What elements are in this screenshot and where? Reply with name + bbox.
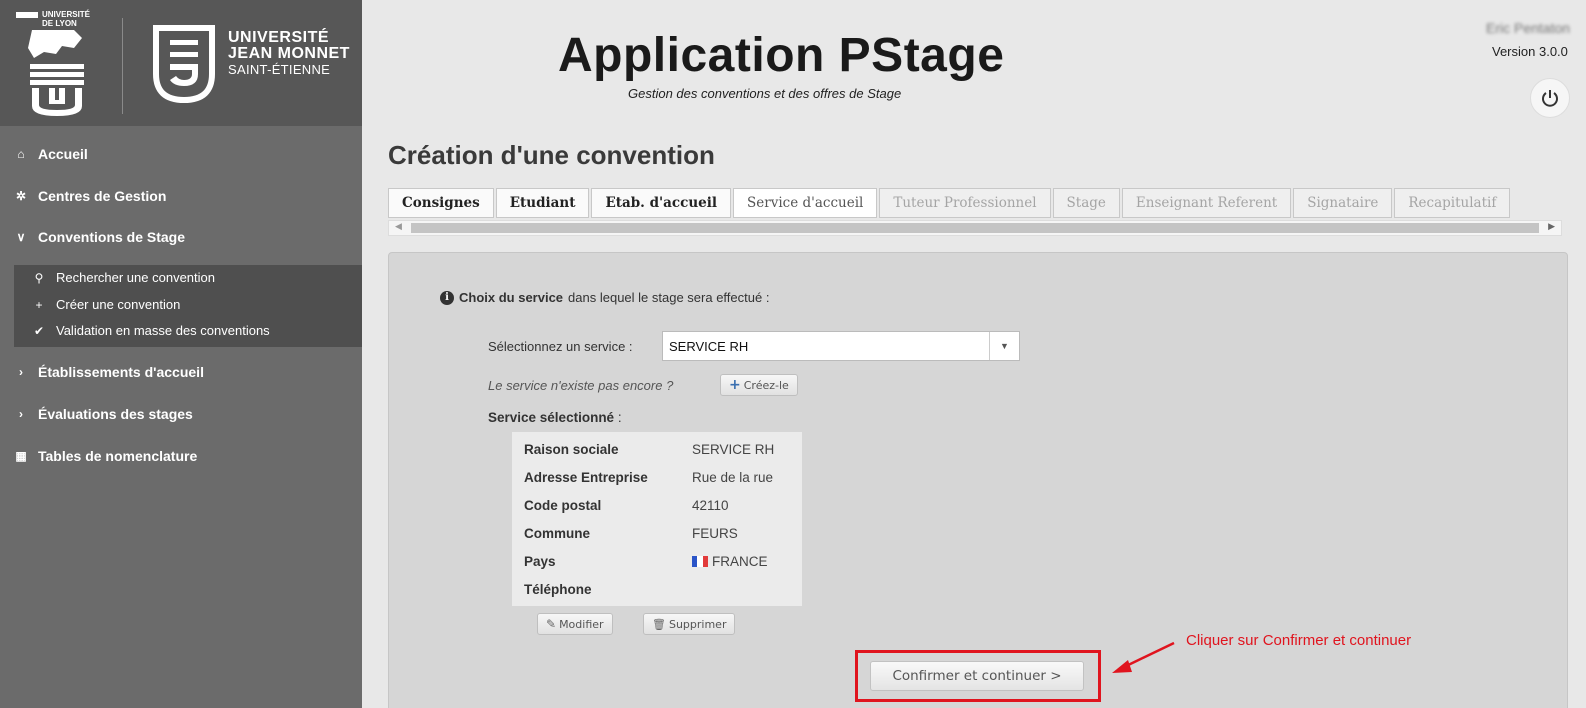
tab-etudiant[interactable]: Etudiant <box>495 188 590 218</box>
app-subtitle: Gestion des conventions et des offres de… <box>628 86 902 101</box>
sidebar-item-tables-nomenclature[interactable]: ▦ Tables de nomenclature <box>14 448 197 464</box>
tab-recapitulatif: Recapitulatif <box>1394 188 1511 218</box>
submenu-item-rechercher[interactable]: ⚲ Rechercher une convention <box>32 270 215 285</box>
home-icon: ⌂ <box>17 147 25 161</box>
ujm-logo-text: UNIVERSITÉ JEAN MONNET SAINT-ÉTIENNE <box>228 29 350 78</box>
tabs-scrollbar[interactable]: ◀ ▶ <box>388 220 1562 236</box>
plus-icon: + <box>35 297 43 312</box>
service-select[interactable]: SERVICE RH ▼ <box>662 331 1020 361</box>
sidebar-item-conventions-de-stage[interactable]: ∨ Conventions de Stage <box>14 229 185 245</box>
info-icon: i <box>440 290 454 305</box>
submenu-item-validation-masse[interactable]: ✔ Validation en masse des conventions <box>32 323 270 338</box>
sidebar-item-centres-de-gestion[interactable]: ✲ Centres de Gestion <box>14 188 166 204</box>
chevron-right-icon: › <box>19 407 23 421</box>
annotation-arrow-icon <box>1112 641 1175 673</box>
choix-service-heading: i Choix du service dans lequel le stage … <box>440 290 769 305</box>
service-not-exist-text: Le service n'existe pas encore ? <box>488 378 674 393</box>
tab-service-accueil[interactable]: Service d'accueil <box>733 188 878 218</box>
tab-stage: Stage <box>1052 188 1120 218</box>
detail-row: Téléphone <box>524 582 592 597</box>
detail-row: Pays FRANCE <box>524 554 768 569</box>
modify-service-button[interactable]: ✎ Modifier <box>537 613 613 635</box>
selected-service-details: Raison sociale SERVICE RH Adresse Entrepr… <box>512 432 802 606</box>
ujm-logo-mark <box>152 24 216 104</box>
annotation-text: Cliquer sur Confirmer et continuer <box>1186 632 1412 649</box>
caret-down-icon[interactable]: ▼ <box>989 332 1019 360</box>
plus-icon: + <box>729 377 741 393</box>
logo-area: UNIVERSITÉ DE LYON UNIVERSITÉ JEAN MONNET… <box>0 0 362 126</box>
service-select-value: SERVICE RH <box>669 338 749 354</box>
search-icon: ⚲ <box>34 270 44 285</box>
ul-logo-text: UNIVERSITÉ DE LYON <box>42 10 91 28</box>
tab-etab-accueil[interactable]: Etab. d'accueil <box>591 188 732 218</box>
user-name: Eric Pentaton <box>1486 20 1571 36</box>
sidebar-item-evaluations[interactable]: › Évaluations des stages <box>14 406 193 422</box>
sidebar-item-etablissements[interactable]: › Établissements d'accueil <box>14 364 204 380</box>
edit-icon: ✎ <box>546 617 557 631</box>
tab-tuteur-professionnel: Tuteur Professionnel <box>879 188 1051 218</box>
scroll-right-icon[interactable]: ▶ <box>1548 221 1555 232</box>
sidebar: UNIVERSITÉ DE LYON UNIVERSITÉ JEAN MONNET… <box>0 0 362 708</box>
power-icon <box>1542 90 1558 107</box>
page-title: Création d'une convention <box>388 140 715 170</box>
scroll-left-icon[interactable]: ◀ <box>395 221 402 232</box>
tab-consignes[interactable]: Consignes <box>388 188 494 218</box>
chevron-right-icon: › <box>19 365 23 379</box>
wizard-tabs: Consignes Etudiant Etab. d'accueil Servi… <box>388 188 1512 218</box>
universite-de-lyon-logo: UNIVERSITÉ DE LYON <box>12 8 102 120</box>
tab-signataire: Signataire <box>1293 188 1393 218</box>
detail-row: Raison sociale SERVICE RH <box>524 442 775 457</box>
selected-service-label: Service sélectionné : <box>488 410 622 425</box>
france-flag-icon <box>692 556 708 567</box>
detail-row: Commune FEURS <box>524 526 738 541</box>
chevron-down-icon: ∨ <box>16 230 26 244</box>
app-title: Application PStage <box>558 29 1005 82</box>
annotation-highlight-box <box>855 650 1101 702</box>
submenu-item-creer[interactable]: + Créer une convention <box>32 297 180 312</box>
logo-divider <box>122 18 123 114</box>
version-label: Version 3.0.0 <box>1492 44 1568 59</box>
table-icon: ▦ <box>15 449 27 463</box>
tab-enseignant-referent: Enseignant Referent <box>1121 188 1292 218</box>
check-icon: ✔ <box>33 323 45 338</box>
trash-icon: 🗑 <box>652 617 666 631</box>
delete-service-button[interactable]: 🗑 Supprimer <box>643 613 736 635</box>
conventions-submenu: ⚲ Rechercher une convention + Créer une … <box>14 265 362 347</box>
select-service-label: Sélectionnez un service : <box>488 339 633 354</box>
scrollbar-thumb[interactable] <box>411 223 1539 233</box>
create-service-button[interactable]: + Créez-le <box>720 374 798 396</box>
detail-row: Adresse Entreprise Rue de la rue <box>524 470 774 485</box>
logout-button[interactable] <box>1530 78 1570 118</box>
detail-row: Code postal 42110 <box>524 498 729 513</box>
sidebar-item-accueil[interactable]: ⌂ Accueil <box>14 146 87 162</box>
gear-icon: ✲ <box>15 189 27 203</box>
